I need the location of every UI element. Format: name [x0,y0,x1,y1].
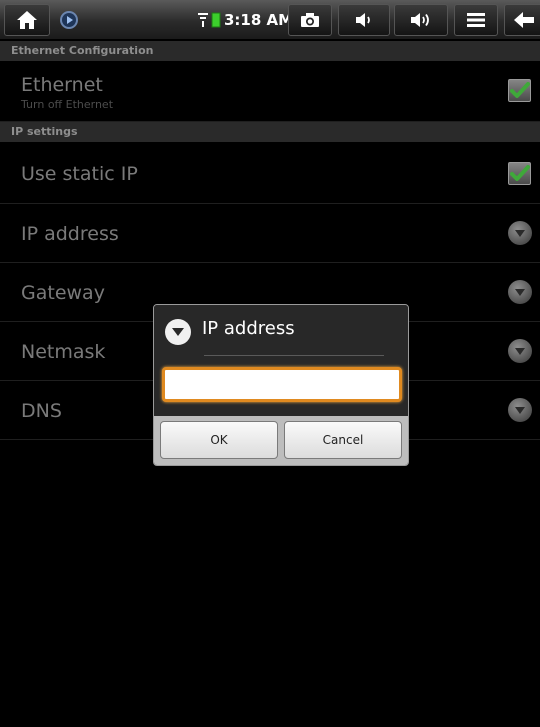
dialog-button-bar: OK Cancel [154,416,408,465]
chevron-down-icon [508,398,532,422]
volume-up-icon [411,13,429,27]
camera-icon [301,13,319,27]
dialog-titlebar: IP address [154,305,408,357]
pref-title: Ethernet [21,74,103,96]
checkmark-icon [509,164,530,181]
cancel-button[interactable]: Cancel [284,421,402,459]
media-button[interactable] [52,4,86,36]
menu-icon [467,13,485,27]
play-icon [60,11,78,29]
volume-down-button[interactable] [338,4,390,36]
back-icon [514,12,534,28]
use-static-ip-checkbox[interactable] [508,162,531,185]
wifi-icon [198,13,208,27]
wifi-indicator [196,4,210,36]
menu-button[interactable] [454,4,498,36]
divider [204,355,384,356]
pref-row-use-static-ip[interactable]: Use static IP [0,142,540,204]
ip-address-input[interactable] [162,367,402,402]
status-bar: 3:18 AM [0,0,540,40]
volume-down-icon [356,13,370,27]
ok-button[interactable]: OK [160,421,278,459]
pref-title: Use static IP [21,163,138,185]
battery-icon [211,12,221,28]
screenshot-button[interactable] [288,4,332,36]
battery-indicator [210,4,222,36]
pref-title: Netmask [21,341,106,363]
pref-title: IP address [21,223,119,245]
checkmark-icon [509,81,530,98]
pref-title: DNS [21,400,62,422]
pref-row-ip-address[interactable]: IP address [0,204,540,263]
clock: 3:18 AM [224,11,294,29]
dropdown-circle-icon [165,319,191,345]
home-icon [17,11,37,29]
section-header-ethernet-configuration: Ethernet Configuration [0,41,540,61]
back-button[interactable] [504,4,540,36]
chevron-down-icon [508,221,532,245]
section-header-ip-settings: IP settings [0,122,540,142]
ip-address-dialog: IP address OK Cancel [153,304,409,466]
chevron-down-icon [508,339,532,363]
pref-summary: Turn off Ethernet [21,98,114,111]
pref-title: Gateway [21,282,105,304]
pref-row-ethernet[interactable]: Ethernet Turn off Ethernet [0,61,540,122]
dialog-title: IP address [202,318,295,339]
chevron-down-icon [508,280,532,304]
home-button[interactable] [4,4,50,36]
volume-up-button[interactable] [394,4,448,36]
ethernet-checkbox[interactable] [508,79,531,102]
